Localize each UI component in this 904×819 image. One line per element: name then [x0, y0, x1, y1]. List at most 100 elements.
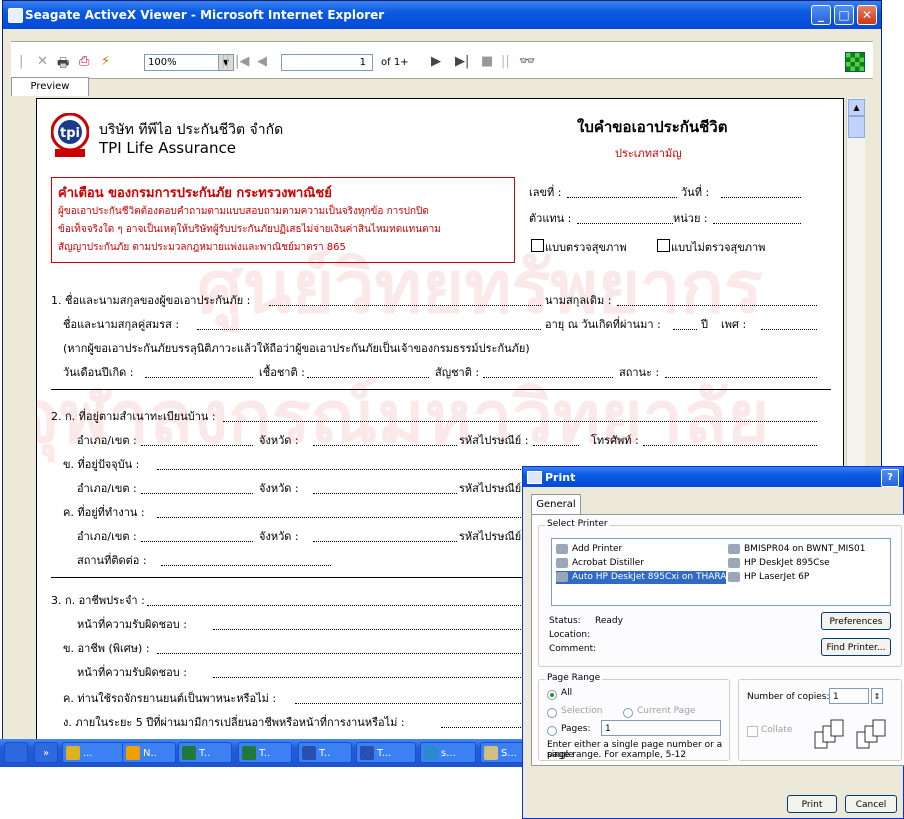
warning-line: ข้อเท็จจริงใด ๆ อาจเป็นเหตุให้บริษัทผู้ร… — [58, 224, 441, 235]
minimize-button[interactable]: _ — [811, 5, 831, 25]
scroll-thumb[interactable] — [848, 116, 865, 138]
non-medical-checkbox[interactable] — [657, 239, 670, 252]
ie-icon — [66, 746, 80, 760]
printer-item[interactable]: Add Printer — [556, 543, 622, 556]
taskbar-item[interactable]: S... — [480, 742, 524, 763]
s3-b-duty-label: หน้าที่ความรับผิดชอบ : — [77, 666, 187, 679]
first-page-icon[interactable]: |◀ — [235, 54, 249, 69]
page-count: of 1+ — [381, 57, 409, 68]
taskbar-item[interactable]: N.. — [122, 742, 176, 763]
printer-item[interactable]: HP DeskJet 895Cse — [728, 557, 830, 570]
s3-b-label: ข. อาชีพ (พิเศษ) : — [63, 642, 150, 655]
radio-pages[interactable] — [547, 726, 557, 736]
comment-label: Comment: — [549, 644, 597, 654]
ie-app-icon — [8, 8, 23, 23]
pages-input[interactable]: 1 — [601, 720, 721, 736]
s3-d-label: ง. ภายในระยะ 5 ปีที่ผ่านมามีการเปลี่ยนอา… — [63, 716, 405, 729]
medical-checkbox[interactable] — [531, 239, 544, 252]
help-icon[interactable]: ? — [881, 469, 899, 487]
form-subtitle: ประเภทสามัญ — [615, 147, 682, 160]
export-icon[interactable]: ⎙ — [79, 54, 89, 69]
radio-selection[interactable] — [547, 708, 557, 718]
app-icon — [126, 746, 140, 760]
last-page-icon[interactable]: ▶| — [455, 54, 469, 69]
spinner-icon[interactable]: ⇕ — [871, 688, 883, 704]
s2-a-district-label: อำเภอ/เขต : — [77, 434, 137, 447]
page-range-hint: page range. For example, 5-12 — [547, 750, 687, 760]
taskbar-item[interactable]: ... — [62, 742, 124, 763]
s2-contact-label: สถานที่ติดต่อ : — [77, 554, 147, 567]
pages-label: Pages: — [561, 724, 591, 734]
taskbar-item[interactable]: T.. — [238, 742, 292, 763]
refresh-icon[interactable]: ⚡ — [101, 54, 110, 69]
excel-icon — [242, 746, 256, 760]
find-printer-button[interactable]: Find Printer... — [821, 638, 891, 656]
s1-status-label: สถานะ : — [619, 366, 660, 379]
radio-current-page[interactable] — [623, 708, 633, 718]
taskbar-item[interactable]: T.. — [178, 742, 232, 763]
maximize-button[interactable]: □ — [834, 5, 854, 25]
scroll-up-icon[interactable]: ▲ — [848, 99, 865, 116]
s2-b-district-label: อำเภอ/เขต : — [77, 482, 137, 495]
s2-b-label: ข. ที่อยู่ปัจจุบัน : — [63, 458, 140, 471]
s1-nationality-label: สัญชาติ : — [435, 366, 480, 379]
current-page-label: Current Page — [637, 706, 696, 716]
s2-a-postcode-label: รหัสไปรษณีย์ : — [459, 434, 529, 447]
medical-label: แบบตรวจสุขภาพ — [545, 241, 627, 254]
status-value: Ready — [595, 616, 623, 626]
tab-general[interactable]: General — [531, 494, 581, 515]
page-range-group: Page Range All Selection Current Page Pa… — [538, 673, 730, 761]
taskbar-item[interactable]: T... — [356, 742, 416, 763]
tab-preview[interactable]: Preview — [11, 77, 89, 96]
select-printer-group: Select Printer Add Printer Acrobat Disti… — [538, 519, 902, 667]
separator-icon: | — [19, 54, 24, 69]
title-bar[interactable]: Seagate ActiveX Viewer - Microsoft Inter… — [3, 1, 881, 29]
page-range-label: Page Range — [545, 673, 603, 683]
cancel-button[interactable]: Cancel — [845, 795, 897, 813]
taskbar-item[interactable]: T.. — [298, 742, 352, 763]
close-button[interactable]: ✕ — [857, 5, 877, 25]
quick-launch-icon[interactable] — [4, 742, 28, 763]
non-medical-label: แบบไม่ตรวจสุขภาพ — [671, 241, 766, 254]
printer-list[interactable]: Add Printer Acrobat Distiller Auto HP De… — [551, 538, 891, 606]
preferences-button[interactable]: Preferences — [821, 612, 891, 630]
next-page-icon[interactable]: ▶ — [431, 54, 441, 69]
close-report-icon[interactable]: ✕ — [37, 54, 48, 69]
network-printer-icon — [728, 544, 740, 554]
s1-note: (หากผู้ขอเอาประกันภัยบรรลุนิติภาวะแล้วให… — [63, 342, 530, 355]
s3-a-label: 3. ก. อาชีพประจำ : — [51, 594, 145, 607]
collate-checkbox[interactable] — [747, 726, 758, 737]
viewer-toolbar: | ✕ 🖶 ⎙ ⚡ 100% ▼ || |◀ ◀ 1 of 1+ ▶ ▶| ■ … — [11, 41, 873, 79]
s2-c-postcode-label: รหัสไปรษณีย์ : — [459, 530, 529, 543]
page-number-input[interactable]: 1 — [281, 54, 373, 71]
print-dialog-panel: Select Printer Add Printer Acrobat Disti… — [531, 514, 904, 766]
warning-heading: คำเตือน ของกรมการประกันภัย กระทรวงพาณิชย… — [58, 186, 332, 201]
s1-race-label: เชื้อชาติ : — [259, 366, 305, 379]
copies-input[interactable]: 1 — [829, 688, 869, 704]
print-button[interactable]: Print — [787, 795, 837, 813]
print-dialog-title-bar[interactable]: Print ? — [523, 467, 903, 487]
s2-c-district-label: อำเภอ/เขต : — [77, 530, 137, 543]
prev-page-icon[interactable]: ◀ — [257, 54, 267, 69]
printer-item[interactable]: BMISPR04 on BWNT_MIS01 — [728, 543, 865, 556]
s2-a-label: 2. ก. ที่อยู่ตามสำเนาทะเบียนบ้าน : — [51, 410, 216, 423]
s2-c-label: ค. ที่อยู่ที่ทำงาน : — [63, 506, 145, 519]
radio-all[interactable] — [547, 690, 557, 700]
expand-icon[interactable]: » — [34, 742, 58, 763]
location-label: Location: — [549, 630, 591, 640]
warning-line: สัญญาประกันภัย ตามประมวลกฎหมายแพ่งและพาณ… — [58, 242, 346, 253]
stop-icon[interactable]: ■ — [481, 54, 493, 69]
print-dialog: Print ? General Select Printer Add Print… — [522, 466, 904, 819]
printer-icon — [728, 558, 740, 568]
zoom-value: 100% — [148, 57, 177, 68]
printer-item-selected[interactable]: Auto HP DeskJet 895Cxi on THARA — [556, 571, 727, 584]
printer-item[interactable]: Acrobat Distiller — [556, 557, 644, 570]
printer-item[interactable]: HP LaserJet 6P — [728, 571, 809, 584]
search-icon[interactable]: 👓 — [519, 54, 535, 69]
print-icon[interactable]: 🖶 — [57, 54, 69, 76]
status-label: Status: — [549, 616, 581, 626]
word-icon — [360, 746, 374, 760]
taskbar-item[interactable]: s... — [420, 742, 476, 763]
selection-label: Selection — [561, 706, 603, 716]
app-icon — [484, 746, 498, 760]
